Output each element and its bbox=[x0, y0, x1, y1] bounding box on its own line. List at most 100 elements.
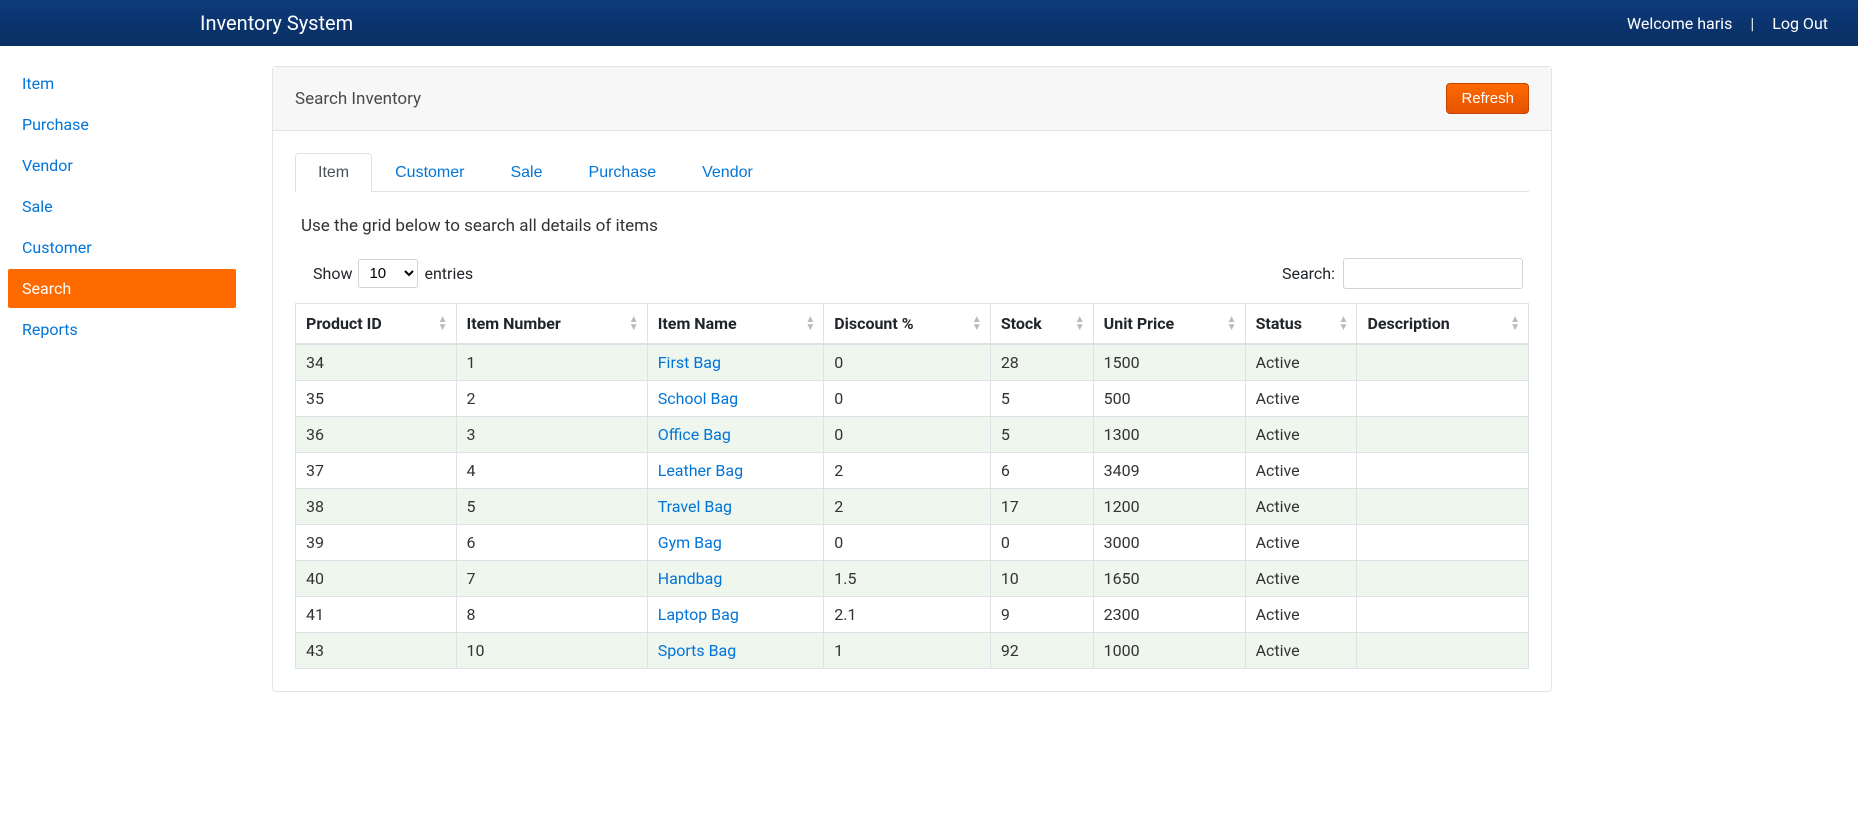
table-cell: 10 bbox=[456, 633, 647, 669]
table-cell: Active bbox=[1245, 597, 1357, 633]
sort-icon: ▲▼ bbox=[1075, 316, 1085, 332]
welcome-user-link[interactable]: Welcome haris bbox=[1627, 14, 1732, 33]
table-cell: 0 bbox=[824, 344, 991, 381]
sidebar-item-item[interactable]: Item bbox=[8, 64, 236, 103]
sidebar-item-vendor[interactable]: Vendor bbox=[8, 146, 236, 185]
item-name-link[interactable]: Office Bag bbox=[658, 425, 731, 444]
table-cell bbox=[1357, 561, 1529, 597]
table-cell: 2 bbox=[824, 453, 991, 489]
table-cell: Active bbox=[1245, 633, 1357, 669]
table-cell: 39 bbox=[296, 525, 457, 561]
search-label: Search: bbox=[1282, 264, 1335, 283]
sidebar: ItemPurchaseVendorSaleCustomerSearchRepo… bbox=[0, 46, 244, 351]
col-header[interactable]: Item Name▲▼ bbox=[647, 304, 824, 345]
search-tabs: ItemCustomerSalePurchaseVendor bbox=[295, 153, 1529, 192]
tab-vendor[interactable]: Vendor bbox=[679, 153, 776, 192]
table-cell bbox=[1357, 417, 1529, 453]
item-name-link[interactable]: Sports Bag bbox=[658, 641, 737, 660]
sidebar-item-search[interactable]: Search bbox=[8, 269, 236, 308]
table-cell: 2300 bbox=[1093, 597, 1245, 633]
item-name-link[interactable]: Travel Bag bbox=[658, 497, 732, 516]
table-cell: 10 bbox=[990, 561, 1093, 597]
table-cell bbox=[1357, 525, 1529, 561]
table-cell: 0 bbox=[824, 381, 991, 417]
sort-icon: ▲▼ bbox=[1510, 316, 1520, 332]
table-cell: 28 bbox=[990, 344, 1093, 381]
table-cell: 34 bbox=[296, 344, 457, 381]
table-cell: 4 bbox=[456, 453, 647, 489]
table-cell: 2.1 bbox=[824, 597, 991, 633]
table-cell: 3409 bbox=[1093, 453, 1245, 489]
table-cell: 41 bbox=[296, 597, 457, 633]
col-header[interactable]: Item Number▲▼ bbox=[456, 304, 647, 345]
item-name-link[interactable]: Laptop Bag bbox=[658, 605, 739, 624]
table-controls: Show 102550100 entries Search: bbox=[313, 258, 1523, 289]
table-cell: Active bbox=[1245, 344, 1357, 381]
table-cell: First Bag bbox=[647, 344, 824, 381]
table-cell bbox=[1357, 489, 1529, 525]
table-row: 374Leather Bag263409Active bbox=[296, 453, 1529, 489]
table-cell: 36 bbox=[296, 417, 457, 453]
table-cell: 5 bbox=[990, 381, 1093, 417]
page-size-select[interactable]: 102550100 bbox=[358, 259, 418, 288]
table-cell: 1000 bbox=[1093, 633, 1245, 669]
col-header[interactable]: Status▲▼ bbox=[1245, 304, 1357, 345]
col-header[interactable]: Stock▲▼ bbox=[990, 304, 1093, 345]
search-input[interactable] bbox=[1343, 258, 1523, 289]
item-name-link[interactable]: First Bag bbox=[658, 353, 721, 372]
table-cell: 5 bbox=[990, 417, 1093, 453]
table-row: 352School Bag05500Active bbox=[296, 381, 1529, 417]
table-cell: 1 bbox=[456, 344, 647, 381]
table-cell: Active bbox=[1245, 561, 1357, 597]
table-row: 4310Sports Bag1921000Active bbox=[296, 633, 1529, 669]
tab-item[interactable]: Item bbox=[295, 153, 372, 192]
item-name-link[interactable]: School Bag bbox=[658, 389, 738, 408]
logout-link[interactable]: Log Out bbox=[1772, 14, 1828, 33]
table-cell: 40 bbox=[296, 561, 457, 597]
panel-header: Search Inventory Refresh bbox=[273, 67, 1551, 131]
tab-purchase[interactable]: Purchase bbox=[566, 153, 680, 192]
table-cell: 1200 bbox=[1093, 489, 1245, 525]
table-cell: 1.5 bbox=[824, 561, 991, 597]
sort-icon: ▲▼ bbox=[629, 316, 639, 332]
col-header[interactable]: Description▲▼ bbox=[1357, 304, 1529, 345]
table-cell: 1300 bbox=[1093, 417, 1245, 453]
col-header[interactable]: Discount %▲▼ bbox=[824, 304, 991, 345]
sidebar-item-customer[interactable]: Customer bbox=[8, 228, 236, 267]
app-title: Inventory System bbox=[200, 11, 353, 35]
sidebar-item-purchase[interactable]: Purchase bbox=[8, 105, 236, 144]
table-cell bbox=[1357, 381, 1529, 417]
show-label: Show bbox=[313, 264, 352, 283]
col-header[interactable]: Product ID▲▼ bbox=[296, 304, 457, 345]
sidebar-item-reports[interactable]: Reports bbox=[8, 310, 236, 349]
entries-label: entries bbox=[424, 264, 473, 283]
search-panel: Search Inventory Refresh ItemCustomerSal… bbox=[272, 66, 1552, 692]
item-name-link[interactable]: Handbag bbox=[658, 569, 723, 588]
table-cell: 500 bbox=[1093, 381, 1245, 417]
table-cell: Sports Bag bbox=[647, 633, 824, 669]
sort-icon: ▲▼ bbox=[805, 316, 815, 332]
item-name-link[interactable]: Leather Bag bbox=[658, 461, 743, 480]
table-cell: 92 bbox=[990, 633, 1093, 669]
table-cell: 2 bbox=[824, 489, 991, 525]
table-cell: 0 bbox=[824, 417, 991, 453]
table-cell: Active bbox=[1245, 381, 1357, 417]
item-name-link[interactable]: Gym Bag bbox=[658, 533, 722, 552]
table-cell bbox=[1357, 633, 1529, 669]
table-row: 385Travel Bag2171200Active bbox=[296, 489, 1529, 525]
table-cell: 3000 bbox=[1093, 525, 1245, 561]
table-body: 341First Bag0281500Active352School Bag05… bbox=[296, 344, 1529, 669]
table-cell: 1500 bbox=[1093, 344, 1245, 381]
tab-sale[interactable]: Sale bbox=[487, 153, 565, 192]
sidebar-item-sale[interactable]: Sale bbox=[8, 187, 236, 226]
tab-customer[interactable]: Customer bbox=[372, 153, 487, 192]
table-cell: 9 bbox=[990, 597, 1093, 633]
refresh-button[interactable]: Refresh bbox=[1446, 83, 1529, 114]
sort-icon: ▲▼ bbox=[438, 316, 448, 332]
table-cell: School Bag bbox=[647, 381, 824, 417]
table-cell: Active bbox=[1245, 489, 1357, 525]
table-cell: 7 bbox=[456, 561, 647, 597]
table-cell: Laptop Bag bbox=[647, 597, 824, 633]
topbar-right: Welcome haris | Log Out bbox=[1627, 14, 1828, 33]
col-header[interactable]: Unit Price▲▼ bbox=[1093, 304, 1245, 345]
